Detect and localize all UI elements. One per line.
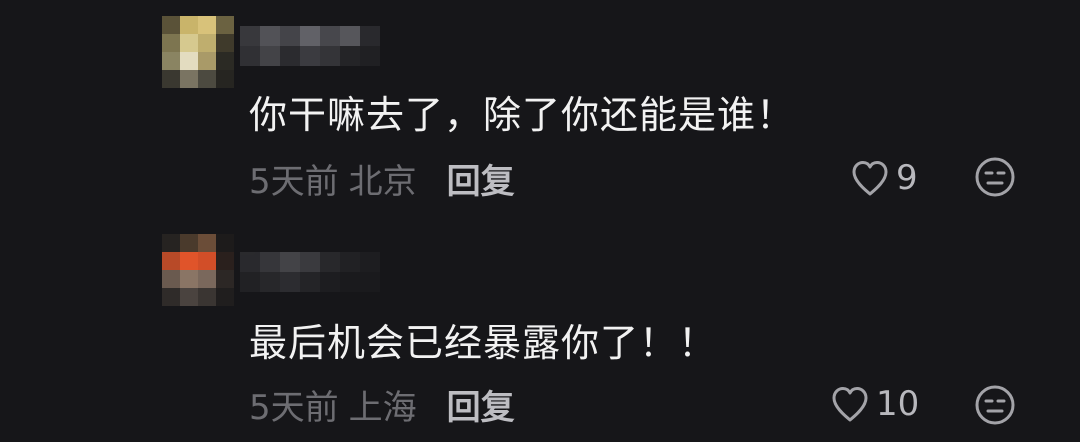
username-pixel <box>320 46 340 66</box>
heart-icon <box>832 387 868 422</box>
comment-meta: 5天前 北京 回复 <box>249 158 515 202</box>
avatar-pixel <box>216 34 234 52</box>
username-pixel <box>360 272 380 292</box>
like-count: 10 <box>876 384 920 424</box>
username-pixel <box>300 26 320 46</box>
username-pixel <box>260 272 280 292</box>
reply-button[interactable]: 回复 <box>447 154 515 203</box>
comment-location: 北京 <box>348 161 417 202</box>
avatar-pixel <box>198 252 216 270</box>
avatar-pixel <box>198 270 216 288</box>
comment-text: 你干嘛去了，除了你还能是谁！ <box>249 93 796 137</box>
username-pixel <box>320 252 340 272</box>
comment-item: 你干嘛去了，除了你还能是谁！ 5天前 北京 回复 9 <box>0 0 1080 220</box>
comment-item: 最后机会已经暴露你了！！ 5天前 上海 回复 10 <box>0 218 1080 438</box>
avatar-pixel <box>216 288 234 306</box>
avatar-pixel <box>198 52 216 70</box>
avatar-pixel <box>216 70 234 88</box>
username-pixel <box>340 252 360 272</box>
username-pixel <box>340 26 360 46</box>
comment-text: 最后机会已经暴露你了！！ <box>249 321 718 365</box>
avatar-pixel <box>162 70 180 88</box>
username-pixel <box>280 252 300 272</box>
reply-button[interactable]: 回复 <box>447 380 515 429</box>
username-blurred[interactable] <box>240 26 380 66</box>
username-pixel <box>360 252 380 272</box>
username-pixel <box>240 252 260 272</box>
avatar-pixel <box>216 234 234 252</box>
username-pixel <box>340 46 360 66</box>
username-pixel <box>320 272 340 292</box>
username-pixel <box>240 46 260 66</box>
avatar-pixel <box>180 34 198 52</box>
avatar-pixel <box>198 34 216 52</box>
comment-time: 5天前 <box>249 387 339 428</box>
like-button[interactable]: 10 <box>830 382 919 426</box>
username-blurred[interactable] <box>240 252 380 292</box>
like-button[interactable]: 9 <box>850 156 918 200</box>
username-pixel <box>280 26 300 46</box>
heart-icon <box>852 161 888 196</box>
avatar[interactable] <box>162 234 234 306</box>
comment-time: 5天前 <box>249 161 339 202</box>
avatar-pixel <box>162 252 180 270</box>
avatar-pixel <box>198 234 216 252</box>
username-pixel <box>260 252 280 272</box>
like-count: 9 <box>896 158 918 198</box>
comment-location: 上海 <box>348 387 417 428</box>
username-pixel <box>300 272 320 292</box>
avatar-pixel <box>216 52 234 70</box>
avatar-pixel <box>162 234 180 252</box>
avatar-pixel <box>180 252 198 270</box>
neutral-face-icon <box>975 157 1015 197</box>
avatar-pixel <box>216 16 234 34</box>
avatar-pixel <box>180 16 198 34</box>
avatar-pixel <box>216 270 234 288</box>
username-pixel <box>360 26 380 46</box>
username-pixel <box>280 46 300 66</box>
username-pixel <box>320 26 340 46</box>
avatar-pixel <box>180 234 198 252</box>
username-pixel <box>240 272 260 292</box>
avatar-pixel <box>198 288 216 306</box>
dislike-button[interactable] <box>974 156 1016 198</box>
username-pixel <box>300 252 320 272</box>
avatar-pixel <box>162 52 180 70</box>
avatar-pixel <box>162 34 180 52</box>
dislike-button[interactable] <box>974 384 1016 426</box>
avatar-pixel <box>162 16 180 34</box>
username-pixel <box>360 46 380 66</box>
username-pixel <box>340 272 360 292</box>
username-pixel <box>240 26 260 46</box>
avatar-pixel <box>198 16 216 34</box>
username-pixel <box>260 46 280 66</box>
avatar-pixel <box>162 288 180 306</box>
avatar-pixel <box>216 252 234 270</box>
avatar-pixel <box>180 52 198 70</box>
avatar-pixel <box>180 270 198 288</box>
neutral-face-icon <box>975 385 1015 425</box>
avatar[interactable] <box>162 16 234 88</box>
username-pixel <box>280 272 300 292</box>
avatar-pixel <box>198 70 216 88</box>
username-pixel <box>300 46 320 66</box>
avatar-pixel <box>180 288 198 306</box>
avatar-pixel <box>180 70 198 88</box>
username-pixel <box>260 26 280 46</box>
comment-meta: 5天前 上海 回复 <box>249 384 515 428</box>
avatar-pixel <box>162 270 180 288</box>
